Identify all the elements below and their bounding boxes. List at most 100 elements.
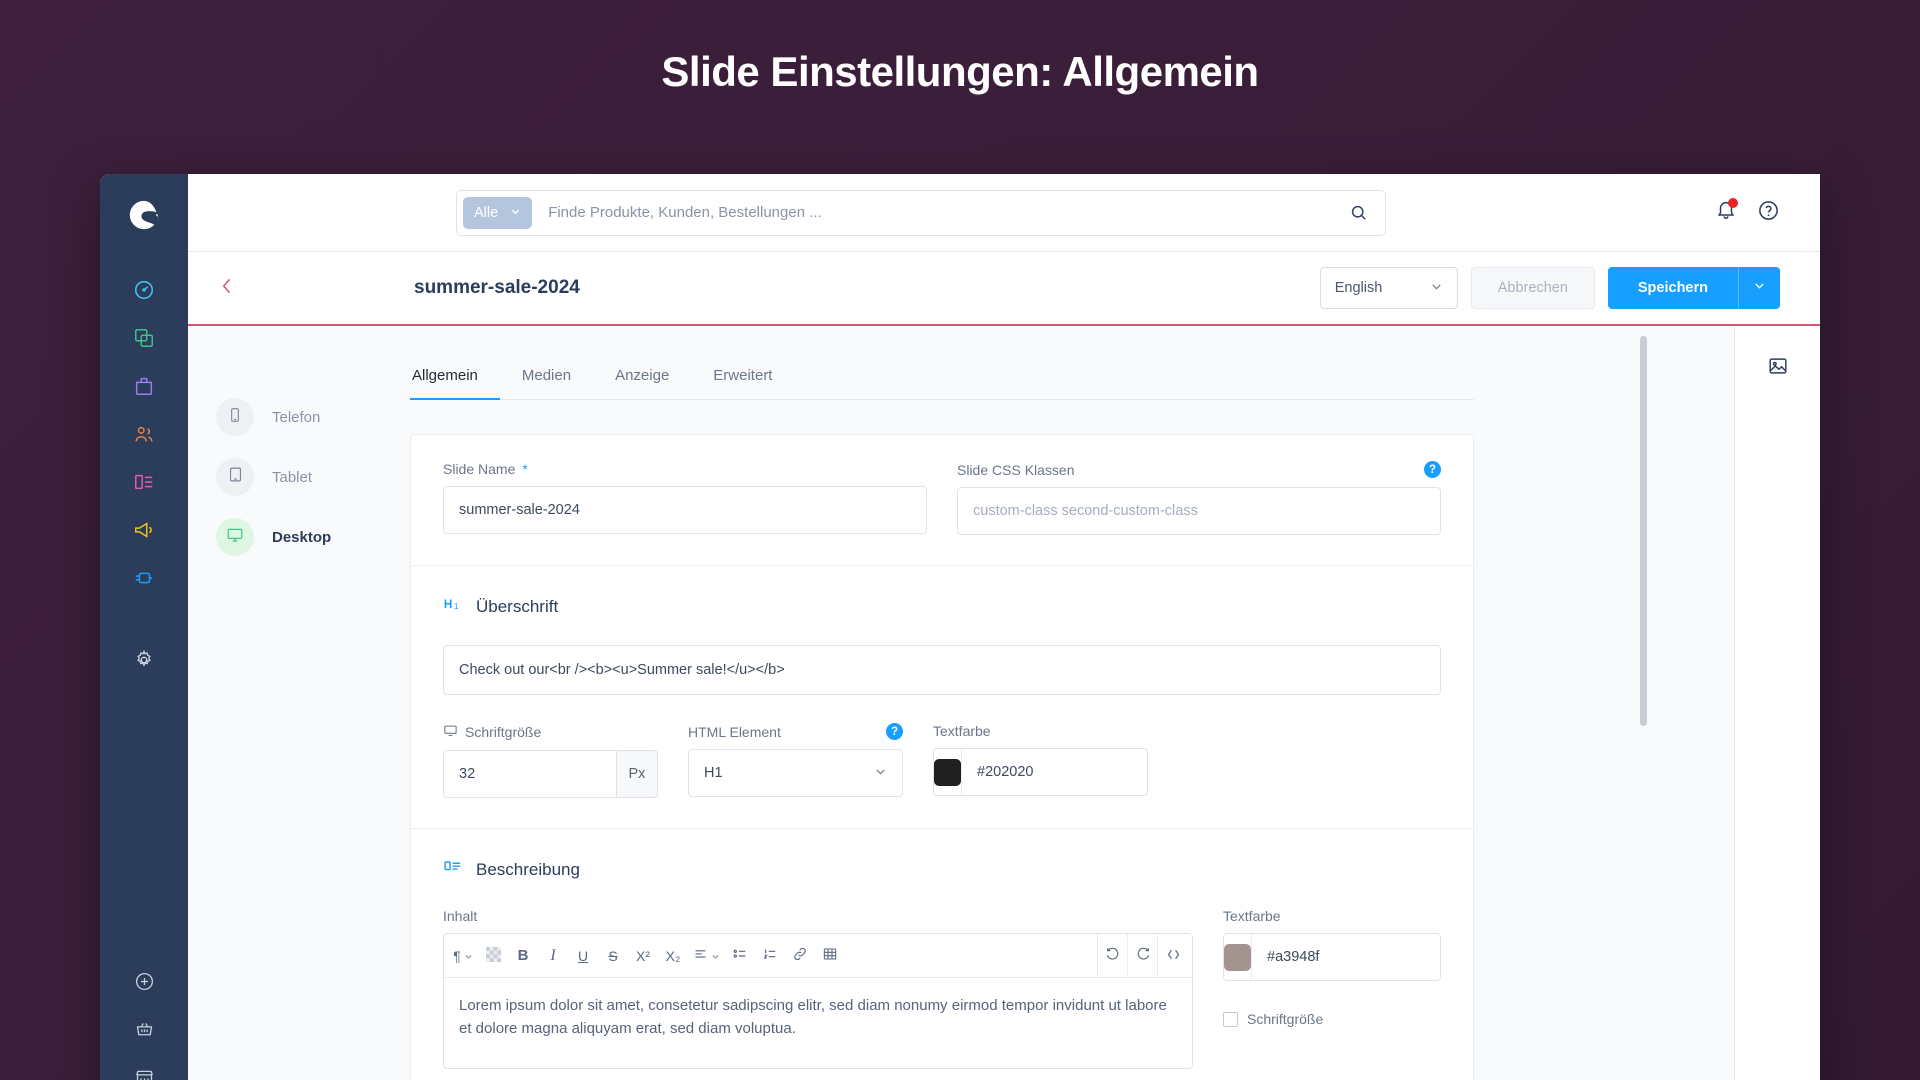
help-button[interactable]	[1757, 199, 1780, 227]
device-selector: Telefon Tablet Desktop	[188, 326, 410, 1080]
chevron-down-icon	[1430, 280, 1443, 297]
table-button[interactable]	[815, 934, 845, 978]
heading-options-row: Schriftgröße Px HTML Element	[443, 723, 1441, 798]
sidebar-item-content[interactable]	[120, 460, 168, 508]
font-size-unit: Px	[615, 750, 658, 798]
numbered-list-button[interactable]	[755, 934, 785, 978]
heading-section-header: H1 Überschrift	[443, 594, 1441, 619]
save-button[interactable]: Speichern	[1607, 267, 1738, 309]
heading-color-group	[933, 748, 1179, 796]
device-item-tablet[interactable]: Tablet	[216, 458, 410, 496]
underline-button[interactable]: U	[568, 934, 598, 978]
global-search[interactable]: Alle	[456, 189, 1386, 236]
device-circle	[216, 458, 254, 496]
gear-icon	[133, 649, 155, 676]
cancel-button[interactable]: Abbrechen	[1470, 267, 1595, 309]
css-classes-label: Slide CSS Klassen ?	[957, 461, 1441, 478]
color-swatch-icon	[485, 946, 501, 965]
shopware-logo[interactable]	[121, 188, 167, 242]
heading-color-input[interactable]	[961, 749, 1179, 795]
editor-content[interactable]: Lorem ipsum dolor sit amet, consetetur s…	[444, 978, 1192, 1068]
divider	[411, 565, 1473, 566]
label-text: HTML Element	[688, 723, 781, 740]
save-options-button[interactable]	[1738, 267, 1780, 309]
heading-content-input[interactable]	[443, 645, 1441, 695]
search-scope-dropdown[interactable]: Alle	[463, 196, 533, 229]
sidebar-item-basket[interactable]	[120, 1008, 168, 1056]
device-item-desktop[interactable]: Desktop	[216, 518, 410, 556]
paragraph-style-button[interactable]: ¶	[448, 934, 478, 978]
device-item-telefon[interactable]: Telefon	[216, 398, 410, 436]
html-element-field: HTML Element ? H1	[688, 723, 903, 798]
sidebar-item-orders[interactable]	[120, 364, 168, 412]
code-icon	[1165, 946, 1182, 966]
sidebar-item-settings[interactable]	[120, 638, 168, 686]
sidebar-item-catalogues[interactable]	[120, 316, 168, 364]
search-icon[interactable]	[1337, 203, 1379, 222]
main-region: Alle Finde Produkte, Kunden, Bestellunge…	[188, 174, 1820, 1080]
notifications-button[interactable]	[1715, 198, 1738, 226]
subscript-button[interactable]: X₂	[658, 934, 688, 978]
bold-button[interactable]: B	[508, 934, 538, 978]
undo-button[interactable]	[1098, 934, 1128, 978]
top-bar: Alle	[188, 174, 1820, 252]
css-classes-input[interactable]	[957, 487, 1441, 535]
text-color-button[interactable]	[478, 934, 508, 978]
italic-button[interactable]: I	[538, 934, 568, 978]
undo-icon	[1105, 946, 1121, 965]
notification-badge	[1728, 198, 1738, 208]
media-preview-button[interactable]	[1758, 348, 1798, 388]
tab-medien[interactable]: Medien	[500, 367, 593, 400]
sidebar-item-store[interactable]	[120, 1056, 168, 1080]
description-side-options: Textfarbe Schriftgröße	[1223, 908, 1469, 1069]
slide-name-input[interactable]	[443, 486, 927, 534]
description-font-size-toggle[interactable]: Schriftgröße	[1223, 1011, 1441, 1027]
heading-color-picker[interactable]	[934, 749, 961, 795]
source-code-button[interactable]	[1158, 934, 1188, 978]
device-label: Telefon	[272, 408, 321, 426]
sidebar-item-marketing[interactable]	[120, 508, 168, 556]
editor-toolbar: ¶ B I U S X² X₂	[444, 934, 1192, 978]
tab-anzeige[interactable]: Anzeige	[593, 367, 691, 400]
topbar-actions	[1715, 198, 1780, 227]
copy-icon	[133, 327, 155, 354]
tab-allgemein[interactable]: Allgemein	[410, 367, 500, 400]
sidebar-item-customers[interactable]	[120, 412, 168, 460]
description-color-input[interactable]	[1251, 934, 1469, 980]
gauge-icon	[133, 279, 155, 306]
description-content-label: Inhalt	[443, 908, 478, 924]
right-rail	[1734, 326, 1820, 1080]
redo-icon	[1135, 946, 1151, 965]
text-block-icon	[443, 857, 463, 882]
description-row: Inhalt ¶ B I U S X² X₂ Lorem ipsum dolor…	[443, 908, 1469, 1069]
help-icon[interactable]: ?	[1424, 461, 1441, 478]
svg-text:1: 1	[454, 601, 459, 611]
label-text: Slide Name	[443, 461, 516, 477]
font-size-input[interactable]	[443, 750, 616, 798]
bag-icon	[133, 375, 155, 402]
scrollbar-thumb[interactable]	[1640, 336, 1647, 726]
language-select[interactable]: English	[1319, 267, 1458, 309]
description-color-picker[interactable]	[1224, 934, 1251, 980]
superscript-button[interactable]: X²	[628, 934, 658, 978]
description-text-color-label: Textfarbe	[1223, 908, 1281, 924]
sidebar-item-dashboard[interactable]	[120, 268, 168, 316]
back-button[interactable]	[210, 271, 244, 305]
sidebar-item-extensions[interactable]	[120, 556, 168, 604]
redo-button[interactable]	[1128, 934, 1158, 978]
toolbar-right-group	[1097, 934, 1188, 978]
divider	[411, 828, 1473, 829]
tab-erweitert[interactable]: Erweitert	[691, 367, 794, 400]
strikethrough-button[interactable]: S	[598, 934, 628, 978]
rich-text-editor: ¶ B I U S X² X₂ Lorem ipsum dolor sit am…	[443, 933, 1193, 1069]
content-scrollbar[interactable]	[1640, 326, 1647, 1080]
link-button[interactable]	[785, 934, 815, 978]
html-element-select[interactable]: H1	[688, 749, 903, 797]
bullet-list-button[interactable]	[725, 934, 755, 978]
search-input[interactable]	[532, 192, 1337, 233]
device-label: Desktop	[272, 528, 332, 546]
main-sidebar	[100, 174, 188, 1080]
help-icon[interactable]: ?	[886, 723, 903, 740]
sidebar-item-add[interactable]	[120, 960, 168, 1008]
align-button[interactable]	[688, 934, 725, 978]
